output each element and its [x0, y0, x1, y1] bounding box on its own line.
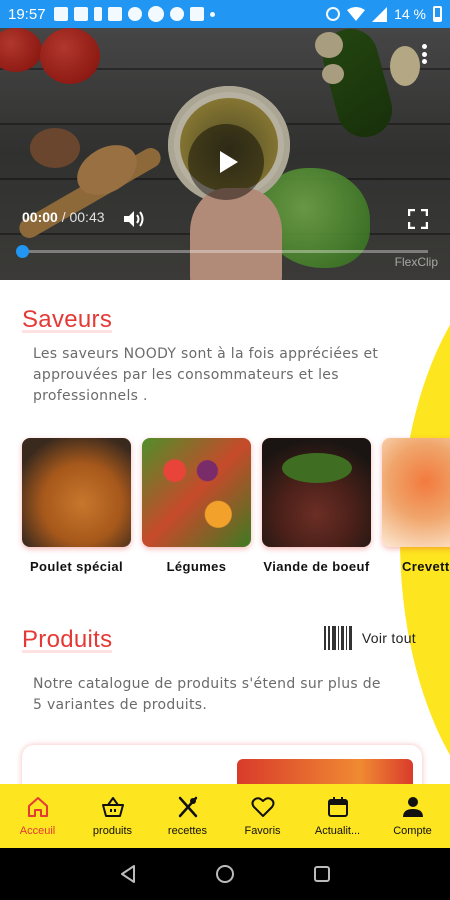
nav-item-favoris[interactable]: Favoris	[225, 784, 300, 848]
nav-item-produits[interactable]: produits	[75, 784, 150, 848]
watermark-logo: FlexClip	[394, 255, 438, 269]
saveurs-title: Saveurs	[22, 306, 113, 334]
nav-label: Favoris	[244, 825, 281, 837]
video-player[interactable]: 00:00 / 00:43 FlexClip	[0, 28, 450, 280]
nav-item-compte[interactable]: Compte	[375, 784, 450, 848]
saveur-card-viande[interactable]: Viande de boeuf	[262, 438, 371, 578]
legumes-image	[142, 438, 251, 547]
circle-icon	[147, 6, 164, 22]
home-icon	[27, 797, 48, 817]
alarm-icon	[326, 7, 341, 21]
status-time: 19:57	[8, 5, 46, 23]
viande-image	[262, 438, 371, 547]
system-navigation-bar	[0, 848, 450, 900]
video-time-separator: /	[57, 209, 70, 225]
volume-icon[interactable]	[122, 209, 146, 229]
saveurs-description: Les saveurs NOODY sont à la fois appréci…	[33, 346, 379, 404]
more-options-icon[interactable]	[422, 44, 428, 64]
nav-item-recettes[interactable]: recettes	[150, 784, 225, 848]
saveur-label: Crevettes	[402, 559, 450, 574]
dot-icon	[209, 11, 215, 17]
bell-icon	[169, 7, 184, 21]
saveur-card-legumes[interactable]: Légumes	[142, 438, 251, 578]
product-card[interactable]	[22, 745, 422, 784]
battery-icon	[433, 6, 442, 22]
poulet-image	[22, 438, 131, 547]
video-progress-knob[interactable]	[16, 245, 29, 258]
saveur-label: Légumes	[166, 559, 227, 574]
nav-item-actualites[interactable]: Actualit...	[300, 784, 375, 848]
saveurs-carousel[interactable]: Poulet spécial Légumes Viande de boeuf C…	[22, 438, 450, 578]
bottom-navigation: Acceuil produits recettes Favoris Actual…	[0, 784, 450, 848]
voir-tout-label: Voir tout	[361, 630, 416, 646]
recents-icon[interactable]	[311, 863, 333, 885]
utensils-icon	[178, 796, 197, 818]
bell-icon	[127, 7, 142, 21]
fullscreen-icon[interactable]	[408, 209, 428, 229]
m-icon	[53, 7, 68, 21]
barcode-icon	[323, 626, 352, 650]
saveurs-title-text: Saveurs	[22, 306, 113, 333]
video-time-readout: 00:00 / 00:43	[22, 209, 105, 225]
nav-label: Acceuil	[19, 825, 56, 837]
system-status: 14 %	[326, 6, 442, 22]
play-button[interactable]	[188, 124, 264, 200]
square-icon	[189, 7, 204, 21]
status-bar: 19:57 14 %	[0, 0, 450, 28]
m-icon	[73, 7, 88, 21]
saveur-label: Viande de boeuf	[263, 559, 370, 574]
nav-label: Compte	[393, 825, 432, 837]
battery-percent: 14 %	[394, 6, 426, 22]
heart-icon	[251, 797, 274, 817]
home-circle-icon[interactable]	[214, 863, 236, 885]
saveur-label: Poulet spécial	[29, 559, 124, 574]
video-progress-bar[interactable]	[16, 245, 428, 258]
back-icon[interactable]	[117, 863, 139, 885]
calendar-icon	[327, 797, 348, 817]
battery-saver-icon	[93, 7, 102, 21]
produits-title-text: Produits	[22, 626, 113, 653]
signal-icon	[372, 6, 388, 22]
saveur-card-poulet[interactable]: Poulet spécial	[22, 438, 131, 578]
voir-tout-button[interactable]: Voir tout	[323, 626, 416, 650]
person-icon	[402, 797, 423, 817]
wifi-icon	[347, 7, 366, 21]
basket-icon	[101, 797, 124, 817]
main-content: Saveurs Les saveurs NOODY sont à la fois…	[0, 280, 450, 784]
notification-icons	[53, 6, 327, 22]
nav-label: produits	[92, 825, 133, 837]
video-duration: 00:43	[69, 209, 105, 225]
nav-item-acceuil[interactable]: Acceuil	[0, 784, 75, 848]
video-current-time: 00:00	[22, 209, 58, 225]
product-image	[237, 759, 413, 784]
produits-description: Notre catalogue de produits s'étend sur …	[33, 676, 381, 713]
instagram-icon	[107, 7, 122, 21]
nav-label: Actualit...	[314, 825, 361, 837]
crevettes-image	[382, 438, 450, 547]
produits-title: Produits	[22, 626, 113, 654]
saveur-card-crevettes[interactable]: Crevettes	[382, 438, 450, 578]
nav-label: recettes	[167, 825, 208, 837]
